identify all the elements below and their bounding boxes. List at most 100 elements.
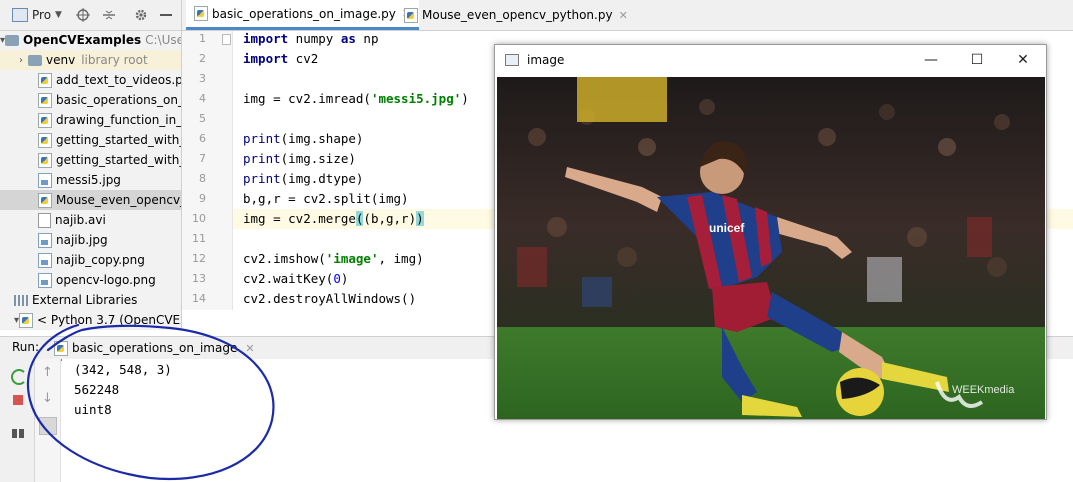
minimize-button[interactable]: — [908,45,954,75]
image-file-icon [38,232,52,248]
tab-mouse-even[interactable]: Mouse_even_opencv_python.py ✕ [396,0,636,30]
tree-item-venv[interactable]: › venv library root [0,50,181,70]
tree-item-label: opencv-logo.png [56,273,156,287]
line-number: 1 [199,32,206,45]
python-file-icon [38,72,52,88]
chevron-down-icon: ▼ [55,10,62,20]
image-file-icon [38,172,52,188]
tree-item-label: venv [46,53,76,67]
code-line: print(img.dtype) [243,171,364,186]
line-number: 3 [199,72,206,85]
line-number: 13 [192,272,206,285]
tree-root[interactable]: ▾ OpenCVExamples C:\Users\ [0,30,181,50]
line-number: 8 [199,172,206,185]
image-window-titlebar[interactable]: image — ☐ ✕ [495,45,1046,75]
console-line: 562248 [74,382,120,397]
tree-item[interactable]: getting_started_with_videos.py [0,150,181,170]
tree-item-label: drawing_function_in_opencv.py [56,113,181,127]
tree-item[interactable]: drawing_function_in_opencv.py [0,110,181,130]
tree-item[interactable]: getting_started_with_images.py [0,130,181,150]
project-tool-window: Pro ▼ ▾ OpenCVExamples C:\Users\ › venv … [0,0,182,330]
rerun-icon[interactable] [11,369,27,385]
file-icon [38,212,51,228]
image-window[interactable]: image — ☐ ✕ unicef WEEKmedia [494,44,1047,420]
code-line: cv2.imshow('image', img) [243,251,424,266]
collapse-all-icon[interactable] [102,6,116,24]
run-tab[interactable]: basic_operations_on_image ✕ [50,337,259,361]
project-icon [12,8,28,22]
close-icon[interactable]: ✕ [619,9,628,22]
editor-tab-bar: basic_operations_on_image.py ✕ Mouse_eve… [182,0,1073,31]
tree-item-python-sdk[interactable]: ▾ < Python 3.7 (OpenCVExamples) > [0,310,181,330]
close-icon[interactable]: ✕ [245,342,254,355]
tree-item[interactable]: opencv-logo.png [0,270,181,290]
watermark-text: WEEKmedia [952,384,1015,396]
line-number: 7 [199,152,206,165]
line-number: 14 [192,292,206,305]
chevron-right-icon[interactable]: › [14,55,28,66]
library-icon [14,294,28,306]
run-tab-label: basic_operations_on_image [72,341,238,355]
locate-icon[interactable] [76,6,90,24]
tree-item-selected[interactable]: Mouse_even_opencv_python.py [0,190,181,210]
tree-item[interactable]: najib.avi [0,210,181,230]
stop-icon[interactable] [13,395,23,405]
console-line: (342, 548, 3) [74,362,172,377]
python-file-icon [194,6,208,21]
tree-item[interactable]: najib_copy.png [0,250,181,270]
gear-icon[interactable] [134,6,148,24]
line-number: 6 [199,132,206,145]
tab-label: Mouse_even_opencv_python.py [422,8,613,22]
tree-item-label: External Libraries [32,293,138,307]
code-line: print(img.shape) [243,131,364,146]
tree-item-label: < Python 3.7 (OpenCVExamples) > [37,313,181,327]
soft-wrap-icon[interactable] [39,417,57,435]
tree-item-label: najib_copy.png [56,253,145,267]
image-window-title: image [527,53,565,67]
window-icon [505,54,519,66]
code-line: img = cv2.imread('messi5.jpg') [243,91,469,106]
maximize-button[interactable]: ☐ [954,45,1000,75]
tree-item-label: messi5.jpg [56,173,121,187]
svg-text:unicef: unicef [709,221,745,235]
tree-item-label: getting_started_with_images.py [56,133,181,147]
project-view-selector[interactable]: Pro ▼ [12,6,62,24]
tree-item[interactable]: basic_operations_on_image.py [0,90,181,110]
code-line: print(img.size) [243,151,356,166]
python-file-icon [38,152,52,168]
tab-label: basic_operations_on_image.py [212,6,396,21]
image-file-icon [38,272,52,288]
tree-item[interactable]: najib.jpg [0,230,181,250]
python-file-icon [54,340,68,356]
python-icon [19,312,34,328]
code-line: import numpy as np [243,31,379,46]
layout-icon[interactable] [12,429,24,438]
folder-icon [28,55,42,66]
tab-basic-operations[interactable]: basic_operations_on_image.py ✕ [186,0,420,30]
code-line: b,g,r = cv2.split(img) [243,191,409,206]
project-view-label: Pro [32,8,52,22]
run-label: Run: [12,340,40,354]
code-line: cv2.destroyAllWindows() [243,291,417,306]
arrow-up-icon[interactable]: ↑ [42,365,53,380]
tree-item-external-libraries[interactable]: External Libraries [0,290,181,310]
tree-item-label: najib.jpg [56,233,108,247]
folder-icon [5,35,20,46]
tree-item[interactable]: messi5.jpg [0,170,181,190]
fold-marker-icon[interactable] [222,34,231,45]
project-tree: ▾ OpenCVExamples C:\Users\ › venv librar… [0,30,181,330]
line-number: 10 [192,212,206,225]
tree-item-label: Mouse_even_opencv_python.py [56,193,181,207]
tree-item-label: najib.avi [55,213,106,227]
arrow-down-icon[interactable]: ↓ [42,391,53,406]
close-button[interactable]: ✕ [1000,45,1046,75]
run-scroll-controls: ↑ ↓ [35,359,61,482]
project-root-path: C:\Users\ [145,33,181,47]
hide-panel-icon[interactable] [160,6,172,24]
python-file-icon [38,112,52,128]
code-line-current: img = cv2.merge((b,g,r)) [243,211,424,226]
python-file-icon [404,7,418,23]
python-file-icon [38,92,52,108]
tree-item[interactable]: add_text_to_videos.py [0,70,181,90]
code-line: import cv2 [243,51,319,66]
